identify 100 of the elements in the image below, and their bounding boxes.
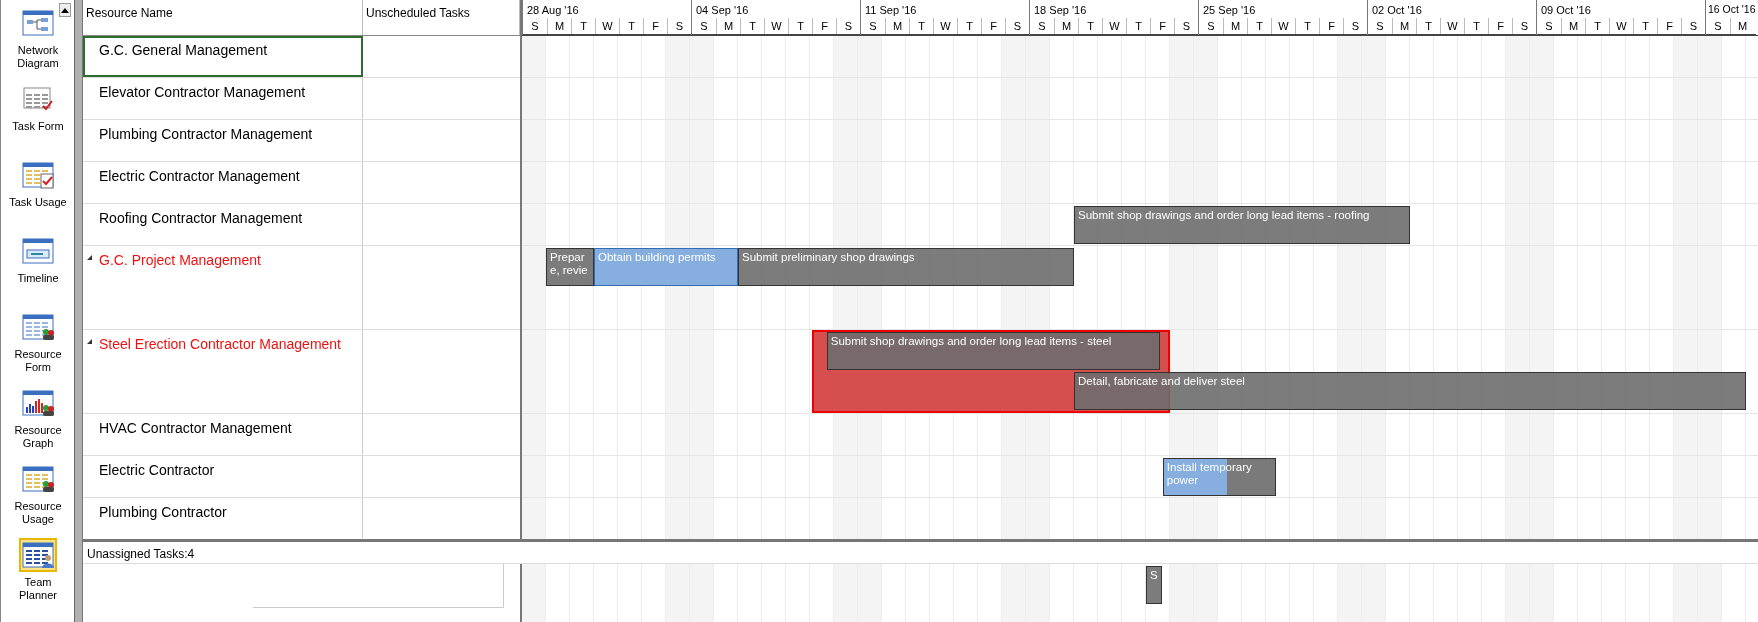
task-bar[interactable]: Submit shop drawings and order long lead items - steel [826, 332, 1161, 370]
sidebar-item[interactable]: Team Planner [1, 538, 75, 614]
weekend-column [1530, 564, 1554, 622]
resource-name-cell[interactable]: Elevator Contractor Management [83, 78, 363, 119]
day-label: S [1037, 19, 1047, 34]
day-label: W [1440, 18, 1464, 34]
day-label: S [1681, 18, 1705, 34]
weekend-column [858, 564, 882, 622]
week-label: 25 Sep '16 [1202, 3, 1257, 18]
day-label: M [885, 18, 909, 34]
resource-name-cell[interactable]: Electric Contractor Management [83, 162, 363, 203]
sidebar-item[interactable]: Timeline [1, 234, 75, 310]
weekend-column [834, 564, 858, 622]
day-label: F [1150, 18, 1174, 34]
weekend-column [1194, 564, 1218, 622]
day-label: W [1102, 18, 1126, 34]
column-header[interactable]: Unscheduled Tasks [363, 0, 520, 35]
day-label: T [1295, 18, 1319, 34]
day-label: M [1561, 18, 1585, 34]
day-label: S [699, 19, 709, 34]
day-label: T [957, 18, 981, 34]
day-label: S [1174, 18, 1198, 34]
sidebar-item[interactable]: Resource Usage [1, 462, 75, 538]
sidebar-item[interactable]: Network Diagram [1, 6, 75, 82]
day-label: S [530, 19, 540, 34]
day-label: F [981, 18, 1005, 34]
weekend-column [1170, 564, 1194, 622]
day-label: T [571, 18, 595, 34]
day-label: T [1464, 18, 1488, 34]
week-label: 28 Aug '16 [526, 3, 580, 18]
scroll-up-button[interactable] [59, 3, 71, 17]
day-label: W [764, 18, 788, 34]
resource-name-cell[interactable]: HVAC Contractor Management [83, 414, 363, 455]
day-label: S [836, 18, 860, 34]
day-label: T [1126, 18, 1150, 34]
week-label: 18 Sep '16 [1033, 3, 1088, 18]
weekend-column [1506, 564, 1530, 622]
day-label: S [868, 19, 878, 34]
day-label: F [1319, 18, 1343, 34]
sidebar-item[interactable]: Task Usage [1, 158, 75, 234]
day-label: M [547, 18, 571, 34]
day-label: S [1206, 19, 1216, 34]
sidebar-item[interactable]: Resource Graph [1, 386, 75, 462]
day-label: T [788, 18, 812, 34]
day-label: F [812, 18, 836, 34]
week-label: 16 Oct '16 [1707, 2, 1756, 17]
resource-name-cell[interactable]: Roofing Contractor Management [83, 204, 363, 245]
week-label: 11 Sep '16 [864, 3, 918, 18]
resource-name-cell[interactable]: G.C. General Management [83, 36, 363, 77]
weekend-column [1002, 564, 1026, 622]
day-label: M [1054, 18, 1078, 34]
weekend-column [1026, 564, 1050, 622]
resource-name-cell[interactable]: Plumbing Contractor Management [83, 120, 363, 161]
day-label: W [1609, 18, 1633, 34]
day-label: T [1078, 18, 1102, 34]
day-label: W [933, 18, 957, 34]
day-label: F [1657, 18, 1681, 34]
day-label: W [595, 18, 619, 34]
resource-name-cell[interactable]: G.C. Project Management [83, 246, 363, 329]
weekend-column [522, 564, 546, 622]
day-label: M [1730, 18, 1754, 34]
day-label: S [1375, 19, 1385, 34]
day-label: T [909, 18, 933, 34]
day-label: S [1343, 18, 1367, 34]
task-bar[interactable]: Prepare, revie [546, 248, 594, 286]
day-label: T [740, 18, 764, 34]
task-bar[interactable]: Submit preliminary shop drawings [738, 248, 1074, 286]
sidebar-item[interactable]: Task Form [1, 82, 75, 158]
task-bar[interactable]: S [1146, 566, 1162, 604]
resource-name-cell[interactable]: Steel Erection Contractor Management [83, 330, 363, 413]
weekend-column [1362, 564, 1386, 622]
weekend-column [690, 564, 714, 622]
task-bar[interactable]: Detail, fabricate and deliver steel [1074, 372, 1746, 410]
day-label: S [1713, 19, 1723, 34]
day-label: S [667, 18, 691, 34]
week-label: 02 Oct '16 [1371, 3, 1423, 18]
weekend-column [1338, 564, 1362, 622]
weekend-column [1698, 564, 1722, 622]
day-label: T [619, 18, 643, 34]
week-label: 04 Sep '16 [695, 3, 750, 18]
sidebar-item[interactable]: Resource Form [1, 310, 75, 386]
week-label: 09 Oct '16 [1540, 3, 1592, 18]
column-header[interactable]: Resource Name [83, 0, 363, 35]
resource-name-cell[interactable]: Electric Contractor [83, 456, 363, 497]
day-label: S [1512, 18, 1536, 34]
day-label: T [1416, 18, 1440, 34]
weekend-column [666, 564, 690, 622]
day-label: W [1271, 18, 1295, 34]
day-label: M [716, 18, 740, 34]
day-label: S [1005, 18, 1029, 34]
task-bar[interactable]: Submit shop drawings and order long lead items - roofing [1074, 206, 1410, 244]
day-label: M [1392, 18, 1416, 34]
day-label: F [1488, 18, 1512, 34]
day-label: T [1585, 18, 1609, 34]
day-label: S [1544, 19, 1554, 34]
day-label: T [1247, 18, 1271, 34]
expand-icon[interactable] [87, 255, 92, 260]
day-label: T [1633, 18, 1657, 34]
expand-icon[interactable] [87, 339, 92, 344]
day-label: F [643, 18, 667, 34]
